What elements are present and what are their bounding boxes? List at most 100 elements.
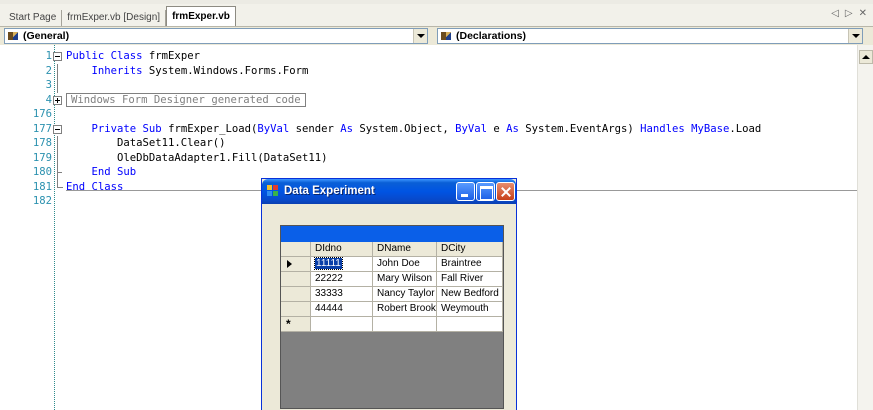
code-token: System.Object, <box>353 122 456 135</box>
collapse-region-icon[interactable] <box>53 124 62 134</box>
tab-controls: ◁ ▷ ✕ <box>831 8 867 19</box>
document-tabs: Start Page frmExper.vb [Design] frmExper.v… <box>4 6 236 26</box>
line-number: 1 <box>45 50 52 62</box>
chevron-down-icon[interactable] <box>848 29 862 43</box>
code-text[interactable]: Inherits System.Windows.Forms.Form <box>66 64 309 79</box>
table-cell[interactable]: Fall River <box>437 272 503 287</box>
window-titlebar[interactable]: Data Experiment <box>262 179 516 204</box>
row-header[interactable] <box>281 302 311 317</box>
code-token: System.Windows.Forms.Form <box>142 64 309 77</box>
table-row[interactable]: 11111 John Doe Braintree <box>281 257 503 272</box>
table-cell[interactable]: Robert Brook <box>373 302 437 317</box>
line-number: 182 <box>32 195 52 207</box>
table-row[interactable]: 44444 Robert Brook Weymouth <box>281 302 503 317</box>
code-token: sender <box>289 122 341 135</box>
table-row[interactable]: 33333 Nancy Taylor New Bedford <box>281 287 503 302</box>
current-row-marker-icon[interactable] <box>281 257 311 272</box>
close-button[interactable] <box>496 182 515 201</box>
scroll-tabs-right-icon[interactable]: ▷ <box>845 8 853 19</box>
keyword-token: As <box>506 122 519 135</box>
new-row-marker-icon[interactable]: * <box>281 317 311 332</box>
collapse-region-icon[interactable] <box>53 52 62 61</box>
expand-region-icon[interactable] <box>53 95 62 105</box>
code-line[interactable]: 178 DataSet11.Clear() <box>0 136 857 151</box>
selected-cell-text[interactable]: 11111 <box>314 257 343 270</box>
column-header[interactable]: DCity <box>437 242 503 257</box>
outline-guide <box>57 150 58 165</box>
table-cell[interactable]: Mary Wilson <box>373 272 437 287</box>
code-line[interactable]: 2 Inherits System.Windows.Forms.Form <box>0 63 857 79</box>
tab-0[interactable]: Start Page <box>4 10 63 26</box>
line-number: 176 <box>32 108 52 120</box>
row-header-corner <box>281 242 311 257</box>
table-cell[interactable]: Nancy Taylor <box>373 287 437 302</box>
navigation-bar: (General) (Declarations) <box>0 27 873 45</box>
row-header[interactable] <box>281 272 311 287</box>
minimize-button[interactable] <box>456 182 475 201</box>
class-name-value: (General) <box>23 30 70 42</box>
collapsed-region[interactable]: Windows Form Designer generated code <box>66 92 306 107</box>
code-line[interactable]: 177 Private Sub frmExper_Load(ByVal send… <box>0 122 857 137</box>
outline-guide <box>57 63 58 78</box>
keyword-token: As <box>340 122 354 135</box>
line-number: 177 <box>32 122 52 135</box>
table-cell[interactable]: 44444 <box>311 302 373 317</box>
line-number: 180 <box>32 166 52 178</box>
keyword-token: MyBase <box>691 122 730 135</box>
table-cell[interactable]: Braintree <box>437 257 503 272</box>
table-cell[interactable] <box>373 317 437 332</box>
code-text[interactable]: End Sub <box>66 165 137 180</box>
column-header[interactable]: DIdno <box>311 242 373 257</box>
keyword-token: Private Sub <box>91 122 162 135</box>
vertical-scrollbar[interactable] <box>857 45 873 410</box>
new-row[interactable]: * <box>281 317 503 332</box>
data-grid[interactable]: DIdno DName DCity 11111 John Doe Braintree… <box>280 225 504 409</box>
maximize-button[interactable] <box>476 182 495 201</box>
scroll-tabs-left-icon[interactable]: ◁ <box>831 8 839 19</box>
chevron-down-icon[interactable] <box>413 29 427 43</box>
code-line[interactable]: 4 Windows Form Designer generated code <box>0 92 857 108</box>
window-title: Data Experiment <box>284 185 375 197</box>
data-experiment-window[interactable]: Data Experiment DIdno DName DCity 11111 J… <box>261 178 517 410</box>
row-header[interactable] <box>281 287 311 302</box>
code-token: frmExper <box>142 50 200 62</box>
code-line[interactable]: 3 <box>0 78 857 93</box>
code-token: System.EventArgs) <box>518 122 641 135</box>
table-cell[interactable]: 33333 <box>311 287 373 302</box>
table-cell[interactable] <box>311 317 373 332</box>
code-token: DataSet11.Clear() <box>66 137 226 149</box>
code-text[interactable]: OleDbDataAdapter1.Fill(DataSet11) <box>66 151 328 166</box>
tab-2[interactable]: frmExper.vb <box>166 6 236 26</box>
code-text[interactable]: Public Class frmExper <box>66 49 200 64</box>
table-cell[interactable]: Weymouth <box>437 302 503 317</box>
table-cell[interactable] <box>437 317 503 332</box>
code-text[interactable]: DataSet11.Clear() <box>66 136 225 151</box>
code-token: .Load <box>729 122 762 135</box>
table-row[interactable]: 22222 Mary Wilson Fall River <box>281 272 503 287</box>
code-text[interactable]: Windows Form Designer generated code <box>66 92 306 108</box>
line-number: 3 <box>45 79 52 91</box>
outline-tick <box>57 172 62 173</box>
form-app-icon <box>267 185 280 197</box>
method-icon <box>441 31 453 41</box>
method-name-dropdown[interactable]: (Declarations) <box>437 28 863 44</box>
table-cell[interactable]: 11111 <box>311 257 373 272</box>
code-line[interactable]: 179 OleDbDataAdapter1.Fill(DataSet11) <box>0 150 857 166</box>
class-name-dropdown[interactable]: (General) <box>4 28 428 44</box>
scroll-up-icon[interactable] <box>859 50 873 64</box>
code-token: e <box>487 122 507 135</box>
code-line[interactable]: 176 <box>0 107 857 122</box>
tab-1[interactable]: frmExper.vb [Design] <box>62 10 167 26</box>
column-header[interactable]: DName <box>373 242 437 257</box>
code-text[interactable]: End Class <box>66 180 123 195</box>
code-token: OleDbDataAdapter1.Fill(DataSet11) <box>66 151 328 164</box>
keyword-token: ByVal <box>455 122 487 135</box>
table-cell[interactable]: John Doe <box>373 257 437 272</box>
code-text[interactable]: Private Sub frmExper_Load(ByVal sender A… <box>66 122 762 137</box>
table-cell[interactable]: 22222 <box>311 272 373 287</box>
keyword-token: Handles <box>640 122 685 135</box>
code-line[interactable]: 1 Public Class frmExper <box>0 49 857 64</box>
table-cell[interactable]: New Bedford <box>437 287 503 302</box>
close-document-icon[interactable]: ✕ <box>859 8 867 19</box>
